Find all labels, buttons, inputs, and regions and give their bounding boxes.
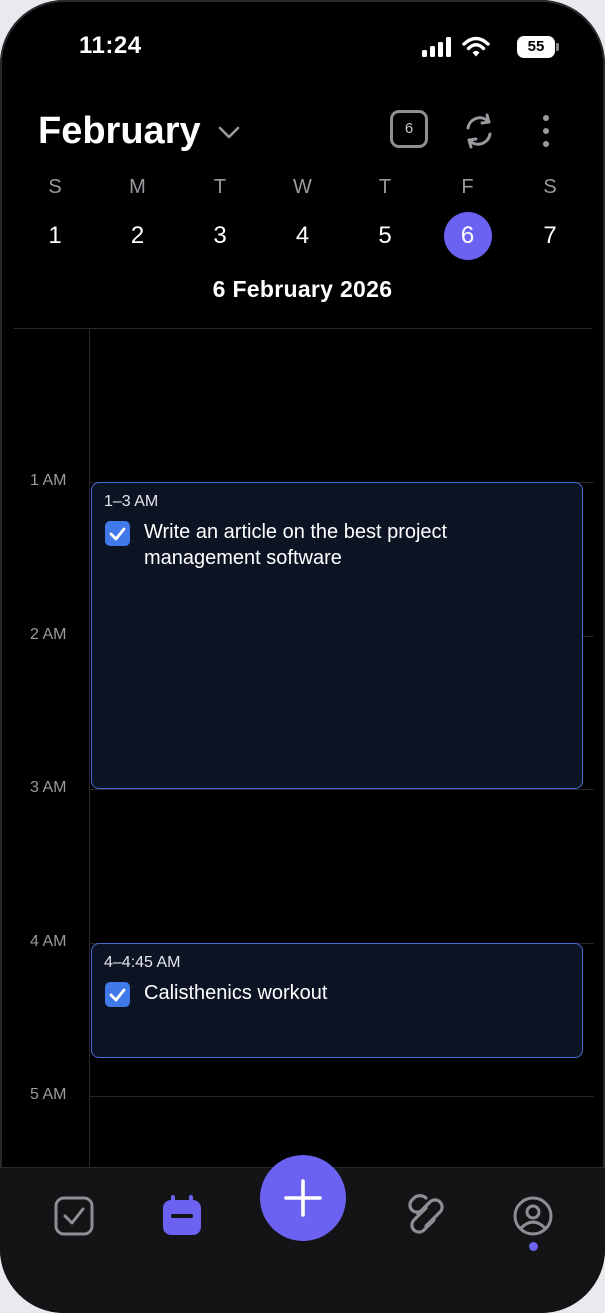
plus-icon xyxy=(284,1179,322,1217)
event-checkbox[interactable] xyxy=(105,521,130,546)
day-number[interactable]: 4 xyxy=(279,212,327,260)
tab-tasks[interactable] xyxy=(52,1194,96,1238)
hour-label: 2 AM xyxy=(30,625,67,643)
weekday-letter: W xyxy=(293,176,312,198)
tab-habits[interactable] xyxy=(404,1194,448,1238)
calendar-header: February 6 xyxy=(0,100,605,170)
hour-label: 4 AM xyxy=(30,932,67,950)
weekday-letter: T xyxy=(213,176,227,198)
day-number[interactable]: 1 xyxy=(31,212,79,260)
signal-icon xyxy=(422,37,451,57)
add-button[interactable] xyxy=(260,1155,346,1241)
event-time: 4–4:45 AM xyxy=(104,953,181,971)
event-title: Calisthenics workout xyxy=(144,981,328,1004)
day-number[interactable]: 5 xyxy=(361,212,409,260)
event-time: 1–3 AM xyxy=(104,493,159,510)
month-title[interactable]: February xyxy=(38,110,201,153)
status-time: 11:24 xyxy=(79,32,142,59)
week-day[interactable]: S7 xyxy=(520,172,580,260)
week-day[interactable]: T3 xyxy=(190,172,250,260)
status-bar: 11:24 55 xyxy=(0,0,605,90)
tab-calendar[interactable] xyxy=(160,1194,204,1238)
hour-label: 1 AM xyxy=(30,472,67,489)
event-checkbox[interactable] xyxy=(105,981,130,1007)
habit-loop-icon xyxy=(408,1194,444,1234)
weekday-letter: S xyxy=(543,176,557,198)
week-day[interactable]: S1 xyxy=(25,172,85,260)
checkbox-icon xyxy=(54,1196,94,1236)
phone-screen: 11:24 55 February 6 S 1 M 2 T 3 W 4 T 5 … xyxy=(0,0,605,1313)
weekday-letter: F xyxy=(461,176,474,198)
week-day[interactable]: M2 xyxy=(108,172,168,260)
sync-icon[interactable] xyxy=(460,112,498,150)
day-number[interactable]: 2 xyxy=(114,212,162,260)
battery-cap xyxy=(556,43,559,51)
tab-profile[interactable] xyxy=(511,1194,555,1238)
week-day[interactable]: W4 xyxy=(273,172,333,260)
hour-line xyxy=(89,789,594,790)
hour-label: 5 AM xyxy=(30,1086,67,1103)
check-icon xyxy=(109,527,126,541)
calendar-icon xyxy=(163,1195,201,1235)
hour-label: 3 AM xyxy=(30,779,67,796)
event-card[interactable]: 4–4:45 AM Calisthenics workout xyxy=(91,942,583,1058)
battery-icon: 55 xyxy=(517,36,559,58)
weekday-letter: M xyxy=(129,176,146,198)
hour-line xyxy=(89,1096,594,1097)
check-icon xyxy=(109,988,126,1001)
time-axis xyxy=(89,329,90,1167)
wifi-icon xyxy=(462,36,490,57)
event-card[interactable]: 1–3 AM Write an article on the best proje… xyxy=(91,482,583,789)
day-number[interactable]: 3 xyxy=(196,212,244,260)
selected-date-label: 6 February 2026 xyxy=(212,276,393,302)
weekday-letter: T xyxy=(378,176,392,198)
selected-day-number[interactable]: 6 xyxy=(443,212,492,260)
day-timeline[interactable]: 1 AM 2 AM 3 AM 4 AM 5 AM 1–3 AM Write an artic… xyxy=(0,329,605,1167)
profile-icon xyxy=(513,1196,553,1236)
more-vertical-icon[interactable] xyxy=(530,112,562,150)
week-day[interactable]: F6 xyxy=(438,172,498,260)
event-title: Write an article on the best project man… xyxy=(144,521,448,569)
battery-level: 55 xyxy=(517,36,555,58)
week-day[interactable]: T5 xyxy=(355,172,415,260)
notification-dot xyxy=(529,1242,538,1251)
today-button[interactable]: 6 xyxy=(390,110,428,148)
weekday-letter: S xyxy=(48,176,62,198)
chevron-down-icon[interactable] xyxy=(216,120,242,146)
day-number[interactable]: 7 xyxy=(526,212,574,260)
